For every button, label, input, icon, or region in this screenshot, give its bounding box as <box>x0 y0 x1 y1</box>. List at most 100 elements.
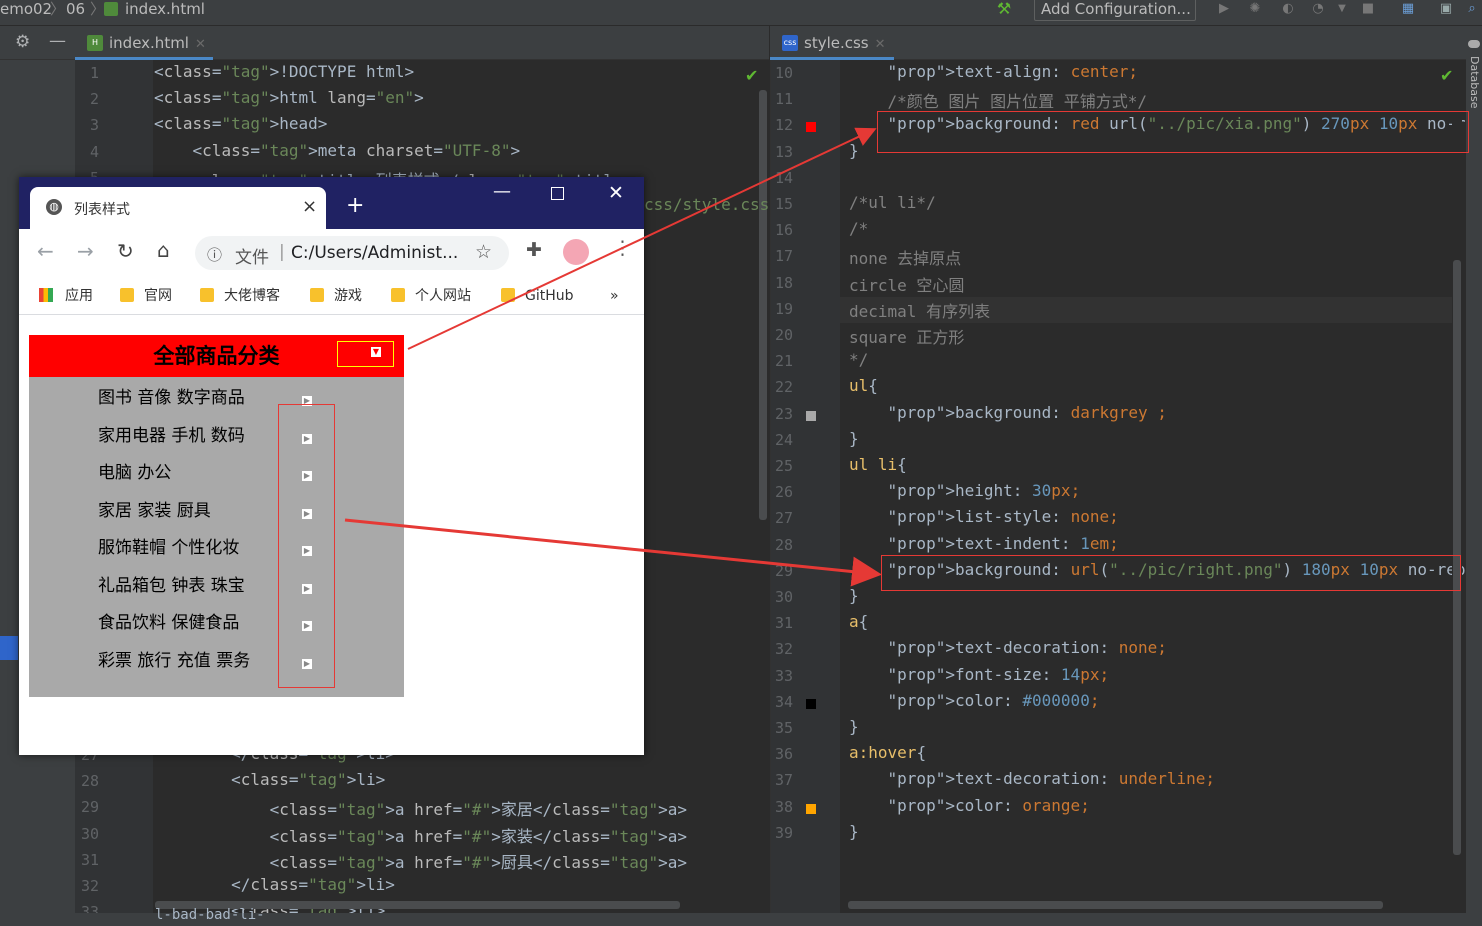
code-line[interactable]: <class="tag">!DOCTYPE html> <box>154 62 414 81</box>
database-icon <box>1468 40 1480 48</box>
code-line[interactable]: a:hover{ <box>849 743 926 762</box>
minimize-window-icon[interactable]: — <box>493 181 511 202</box>
code-line[interactable]: "prop">color: #000000; <box>849 691 1100 710</box>
code-line[interactable]: </class="tag">li> <box>154 875 395 894</box>
css-editor[interactable] <box>770 26 1482 926</box>
category-link[interactable]: 礼品箱包 钟表 珠宝 <box>98 571 245 601</box>
bookmark-official-site[interactable]: 官网 <box>120 286 172 306</box>
add-configuration-button[interactable]: Add Configuration... <box>1034 0 1196 21</box>
code-line[interactable]: <class="tag">head> <box>154 114 327 133</box>
category-link[interactable]: 家居 家装 厨具 <box>98 496 211 526</box>
code-line[interactable]: <class="tag">meta charset="UTF-8"> <box>154 141 521 160</box>
code-line[interactable]: "prop">text-decoration: none; <box>849 638 1167 657</box>
code-line[interactable]: a{ <box>849 612 868 631</box>
code-line[interactable]: decimal 有序列表 <box>849 298 990 322</box>
gear-icon[interactable]: ⚙ <box>15 32 30 52</box>
close-icon[interactable]: ✕ <box>875 37 886 52</box>
code-line[interactable]: <class="tag">html lang="en"> <box>154 88 424 107</box>
code-line[interactable]: <class="tag">a href="#">家居</class="tag">… <box>154 796 687 820</box>
search-everywhere-icon[interactable]: ⌕ <box>1464 1 1480 17</box>
bookmarks-overflow[interactable]: » <box>610 286 619 306</box>
breadcrumb-folder[interactable]: 06 <box>66 0 85 18</box>
database-tool-strip[interactable]: Database <box>1466 26 1482 926</box>
run-window-icon[interactable]: ▣ <box>1438 1 1454 17</box>
address-bar[interactable]: ⓘ 文件 | C:/Users/Administ... ☆ <box>195 236 509 270</box>
code-line[interactable]: <class="tag">a href="#">厨具</class="tag">… <box>154 849 687 873</box>
stop-icon[interactable]: ■ <box>1360 1 1376 17</box>
minimize-icon[interactable]: — <box>49 31 66 51</box>
code-line[interactable]: "prop">text-align: center; <box>849 62 1138 81</box>
tab-style-css[interactable]: css style.css ✕ <box>770 26 894 60</box>
code-line[interactable]: ul li{ <box>849 455 907 474</box>
profile-icon[interactable]: ◔ <box>1310 1 1326 17</box>
code-line[interactable]: "prop">text-decoration: underline; <box>849 769 1216 788</box>
close-window-icon[interactable]: ✕ <box>608 182 624 204</box>
breadcrumb-file[interactable]: index.html <box>125 0 205 18</box>
line-number: 17 <box>774 247 793 266</box>
star-icon[interactable]: ☆ <box>475 241 492 263</box>
back-arrow-icon[interactable]: ← <box>37 239 54 263</box>
code-line[interactable]: "prop">text-indent: 1em; <box>849 534 1119 553</box>
breadcrumb-project[interactable]: emo02 <box>0 0 52 18</box>
bookmark-games[interactable]: 游戏 <box>310 286 362 306</box>
avatar[interactable] <box>563 239 589 265</box>
horizontal-scrollbar[interactable] <box>848 901 1383 909</box>
category-link[interactable]: 服饰鞋帽 个性化妆 <box>98 533 239 563</box>
build-hammer-icon[interactable]: ⚒ <box>996 1 1012 17</box>
home-icon[interactable]: ⌂ <box>157 238 170 262</box>
code-line[interactable]: <class="tag">a href="#">家装</class="tag">… <box>154 823 687 847</box>
code-line[interactable]: circle 空心圆 <box>849 272 964 296</box>
bookmark-label: 应用 <box>65 288 93 304</box>
category-link[interactable]: 彩票 旅行 充值 票务 <box>98 646 250 676</box>
run-icon[interactable]: ▶ <box>1216 1 1232 17</box>
reload-icon[interactable]: ↻ <box>117 239 134 263</box>
chrome-browser-window: ◍ 列表样式 × + — ✕ ← → ↻ ⌂ ⓘ 文件 | C:/Users/A… <box>19 177 644 755</box>
browser-tab[interactable]: ◍ 列表样式 × <box>30 187 326 229</box>
bookmark-apps[interactable]: 应用 <box>39 286 93 306</box>
code-line[interactable]: } <box>849 822 859 841</box>
code-line[interactable]: */ <box>849 350 868 369</box>
folder-icon <box>200 288 214 302</box>
tab-index-html[interactable]: H index.html ✕ <box>75 26 213 60</box>
code-line[interactable]: "prop">color: orange; <box>849 796 1090 815</box>
info-icon[interactable]: ⓘ <box>207 244 222 265</box>
code-line[interactable]: "prop">list-style: none; <box>849 507 1119 526</box>
close-icon[interactable]: ✕ <box>195 37 206 52</box>
code-line[interactable]: } <box>849 141 859 160</box>
code-line[interactable]: square 正方形 <box>849 324 964 348</box>
code-line[interactable]: none 去掉原点 <box>849 245 961 269</box>
chevron-down-icon[interactable]: ▼ <box>1334 1 1350 17</box>
project-structure-icon[interactable]: ▦ <box>1400 1 1416 17</box>
code-line[interactable]: /* <box>849 219 868 238</box>
code-line[interactable]: } <box>849 429 859 448</box>
extensions-icon[interactable]: ✚ <box>526 239 542 261</box>
category-link[interactable]: 图书 音像 数字商品 <box>98 383 245 413</box>
code-line[interactable]: <class="tag">li> <box>154 770 385 789</box>
coverage-icon[interactable]: ◐ <box>1280 1 1296 17</box>
code-line[interactable]: } <box>849 717 859 736</box>
code-line[interactable]: ul{ <box>849 376 878 395</box>
maximize-window-icon[interactable] <box>551 187 564 200</box>
bookmark-github[interactable]: GitHub <box>501 286 574 306</box>
code-line[interactable]: "prop">font-size: 14px; <box>849 665 1110 684</box>
code-line[interactable]: "prop">height: 30px; <box>849 481 1081 500</box>
line-number: 13 <box>774 142 793 161</box>
annotation-highlight-box <box>337 341 394 367</box>
bookmark-personal-site[interactable]: 个人网站 <box>391 286 471 306</box>
code-line[interactable]: "prop">background: darkgrey ; <box>849 403 1167 422</box>
annotation-highlight-box <box>877 111 1469 153</box>
category-link[interactable]: 家用电器 手机 数码 <box>98 421 245 451</box>
code-line[interactable]: } <box>849 586 859 605</box>
forward-arrow-icon[interactable]: → <box>77 239 94 263</box>
close-icon[interactable]: × <box>302 196 317 217</box>
new-tab-icon[interactable]: + <box>346 193 364 218</box>
code-line[interactable]: /*ul li*/ <box>849 193 936 212</box>
bookmark-blogs[interactable]: 大佬博客 <box>200 286 280 306</box>
category-link[interactable]: 食品饮料 保健食品 <box>98 608 239 638</box>
more-menu-icon[interactable]: ⋮ <box>613 237 632 259</box>
code-line[interactable]: /*颜色 图片 图片位置 平铺方式*/ <box>849 88 1147 112</box>
category-link[interactable]: 电脑 办公 <box>98 458 171 488</box>
debug-icon[interactable]: ✺ <box>1247 1 1263 17</box>
bookmark-label: 官网 <box>144 288 172 304</box>
vertical-scrollbar[interactable] <box>759 90 767 520</box>
